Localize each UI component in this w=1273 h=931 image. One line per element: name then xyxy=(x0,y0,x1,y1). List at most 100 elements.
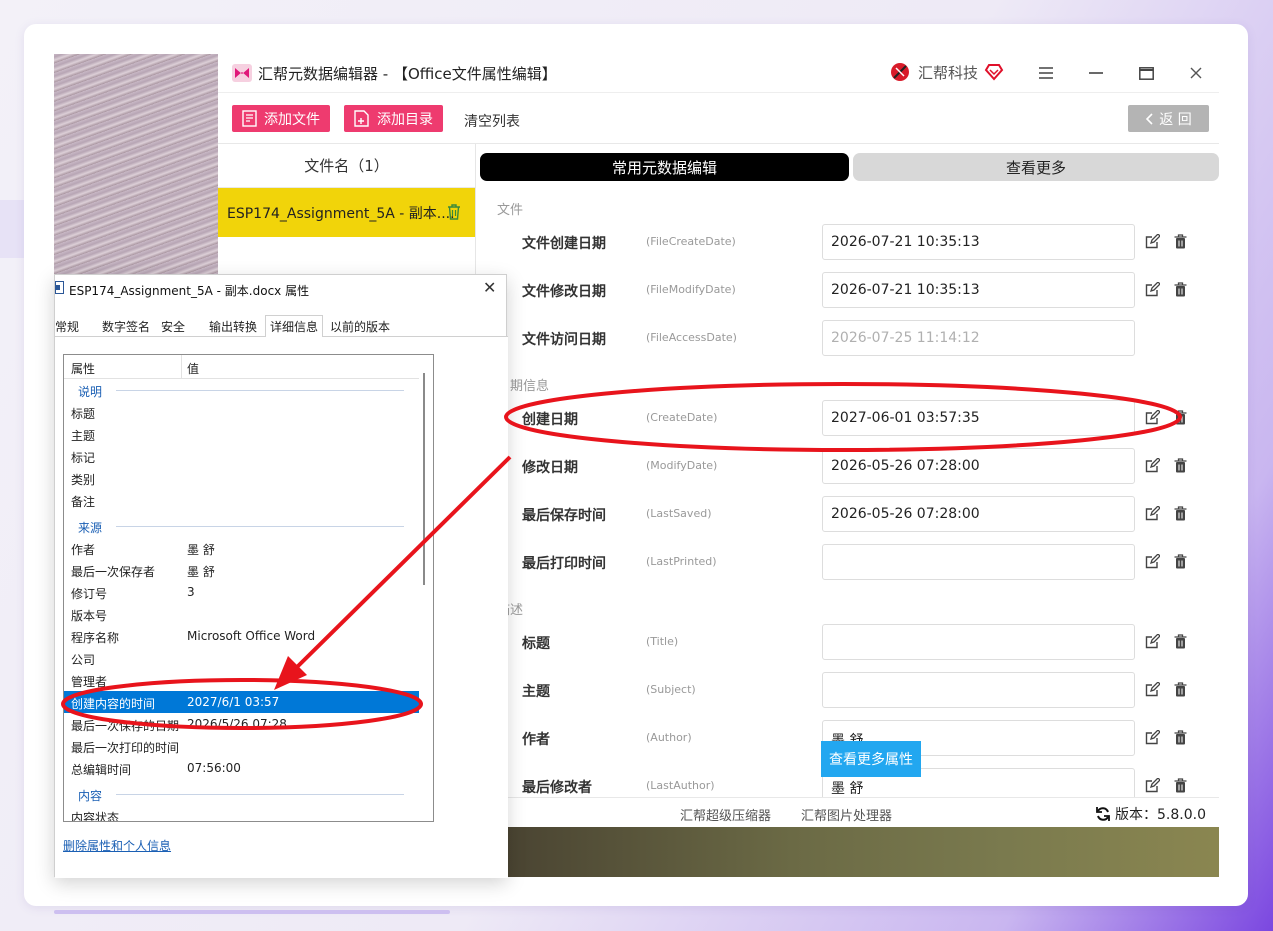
field-key: (FileModifyDate) xyxy=(646,283,736,296)
tab-output-conversion[interactable]: 输出转换 xyxy=(209,315,257,337)
field-key: (LastSaved) xyxy=(646,507,712,520)
compressor-link[interactable]: 汇帮超级压缩器 xyxy=(680,805,771,824)
property-row[interactable]: 总编辑时间 07:56:00 xyxy=(64,757,419,779)
property-name: 版本号 xyxy=(71,609,108,623)
modify-date-input[interactable]: 2026-05-26 07:28:00 xyxy=(822,448,1135,484)
property-value: 2026/5/26 07:28 xyxy=(187,717,287,731)
field-key: (LastPrinted) xyxy=(646,555,717,568)
version-info[interactable]: 版本：5.8.0.0 xyxy=(1095,804,1206,824)
field-label: 主题 xyxy=(522,684,550,700)
field-label: 标题 xyxy=(522,636,550,652)
edit-icon[interactable] xyxy=(1145,234,1160,249)
property-row[interactable]: 内容状态 xyxy=(64,805,419,822)
file-access-date-input[interactable]: 2026-07-25 11:14:12 xyxy=(822,320,1135,356)
property-value: 墨 舒 xyxy=(187,543,215,557)
tab-general[interactable]: 常规 xyxy=(55,315,79,337)
property-row[interactable]: 标题 xyxy=(64,401,419,423)
add-file-label: 添加文件 xyxy=(264,111,320,128)
delete-icon[interactable] xyxy=(1174,410,1187,425)
property-value: 3 xyxy=(187,585,195,599)
field-row-title: 标题 (Title) xyxy=(522,624,1202,660)
file-create-date-input[interactable]: 2026-07-21 10:35:13 xyxy=(822,224,1135,260)
window-title: 汇帮元数据编辑器 - 【Office文件属性编辑】 xyxy=(258,65,557,83)
remove-properties-link[interactable]: 删除属性和个人信息 xyxy=(63,837,171,854)
last-saved-input[interactable]: 2026-05-26 07:28:00 xyxy=(822,496,1135,532)
property-name: 内容状态 xyxy=(71,811,120,822)
minimize-icon[interactable] xyxy=(1085,62,1107,84)
property-row[interactable]: 备注 xyxy=(64,489,419,511)
tab-previous-versions[interactable]: 以前的版本 xyxy=(330,315,390,337)
field-key: (FileCreateDate) xyxy=(646,235,736,248)
property-row[interactable]: 类别 xyxy=(64,467,419,489)
delete-icon[interactable] xyxy=(1174,282,1187,297)
property-name: 类别 xyxy=(71,473,96,487)
dialog-close-icon[interactable]: ✕ xyxy=(483,278,496,297)
delete-icon[interactable] xyxy=(1174,234,1187,249)
property-row[interactable]: 最后一次打印的时间 xyxy=(64,735,419,757)
property-row[interactable]: 标记 xyxy=(64,445,419,467)
header-value[interactable]: 值 xyxy=(187,360,199,377)
image-tool-link[interactable]: 汇帮图片处理器 xyxy=(801,805,892,824)
property-row[interactable]: 修订号 3 xyxy=(64,581,419,603)
tab-common-metadata[interactable]: 常用元数据编辑 xyxy=(480,153,849,181)
tab-security[interactable]: 安全 xyxy=(161,315,185,337)
close-icon[interactable] xyxy=(1185,62,1207,84)
menu-icon[interactable] xyxy=(1035,62,1057,84)
delete-file-icon[interactable] xyxy=(447,204,461,220)
property-row-selected[interactable]: 创建内容的时间 2027/6/1 03:57 xyxy=(64,691,419,713)
property-list-header: 属性 值 xyxy=(64,355,419,379)
app-logo-icon xyxy=(232,64,252,82)
edit-icon[interactable] xyxy=(1145,282,1160,297)
property-name: 备注 xyxy=(71,495,96,509)
edit-icon[interactable] xyxy=(1145,682,1160,697)
edit-icon[interactable] xyxy=(1145,506,1160,521)
property-row[interactable]: 管理者 xyxy=(64,669,419,691)
delete-icon[interactable] xyxy=(1174,682,1187,697)
property-row[interactable]: 最后一次保存者 墨 舒 xyxy=(64,559,419,581)
metadata-tabs: 常用元数据编辑 查看更多 xyxy=(480,153,1219,181)
file-modify-date-input[interactable]: 2026-07-21 10:35:13 xyxy=(822,272,1135,308)
add-directory-button[interactable]: 添加目录 xyxy=(344,105,443,132)
heart-diamond-icon[interactable] xyxy=(984,63,1004,81)
field-label: 修改日期 xyxy=(522,460,578,476)
delete-icon[interactable] xyxy=(1174,458,1187,473)
create-date-input[interactable]: 2027-06-01 03:57:35 xyxy=(822,400,1135,436)
add-file-button[interactable]: 添加文件 xyxy=(232,105,330,132)
view-more-properties-button[interactable]: 查看更多属性 xyxy=(821,741,921,777)
title-input[interactable] xyxy=(822,624,1135,660)
add-directory-label: 添加目录 xyxy=(377,111,433,128)
field-label: 文件访问日期 xyxy=(522,332,606,348)
edit-icon[interactable] xyxy=(1145,778,1160,793)
last-printed-input[interactable] xyxy=(822,544,1135,580)
subject-input[interactable] xyxy=(822,672,1135,708)
property-row[interactable]: 作者 墨 舒 xyxy=(64,537,419,559)
delete-icon[interactable] xyxy=(1174,730,1187,745)
edit-icon[interactable] xyxy=(1145,554,1160,569)
edit-icon[interactable] xyxy=(1145,730,1160,745)
edit-icon[interactable] xyxy=(1145,410,1160,425)
maximize-icon[interactable] xyxy=(1135,62,1157,84)
tab-view-more[interactable]: 查看更多 xyxy=(853,153,1219,181)
brand-logo-icon xyxy=(891,63,909,81)
header-property[interactable]: 属性 xyxy=(71,360,95,377)
back-button[interactable]: 返 回 xyxy=(1128,105,1209,132)
edit-icon[interactable] xyxy=(1145,634,1160,649)
tab-digital-signature[interactable]: 数字签名 xyxy=(102,315,150,337)
property-row[interactable]: 版本号 xyxy=(64,603,419,625)
property-row[interactable]: 公司 xyxy=(64,647,419,669)
property-row[interactable]: 主题 xyxy=(64,423,419,445)
clear-list-button[interactable]: 清空列表 xyxy=(464,111,520,131)
property-name: 修订号 xyxy=(71,587,108,601)
delete-icon[interactable] xyxy=(1174,554,1187,569)
field-label: 最后打印时间 xyxy=(522,556,606,572)
property-list-scrollbar[interactable] xyxy=(423,373,425,585)
tab-details[interactable]: 详细信息 xyxy=(265,315,324,338)
property-row[interactable]: 最后一次保存的日期 2026/5/26 07:28 xyxy=(64,713,419,735)
delete-icon[interactable] xyxy=(1174,634,1187,649)
property-row[interactable]: 程序名称 Microsoft Office Word xyxy=(64,625,419,647)
file-list-item[interactable]: ESP174_Assignment_5A - 副本.... xyxy=(218,188,475,237)
delete-icon[interactable] xyxy=(1174,778,1187,793)
edit-icon[interactable] xyxy=(1145,458,1160,473)
delete-icon[interactable] xyxy=(1174,506,1187,521)
property-value: 07:56:00 xyxy=(187,761,241,775)
